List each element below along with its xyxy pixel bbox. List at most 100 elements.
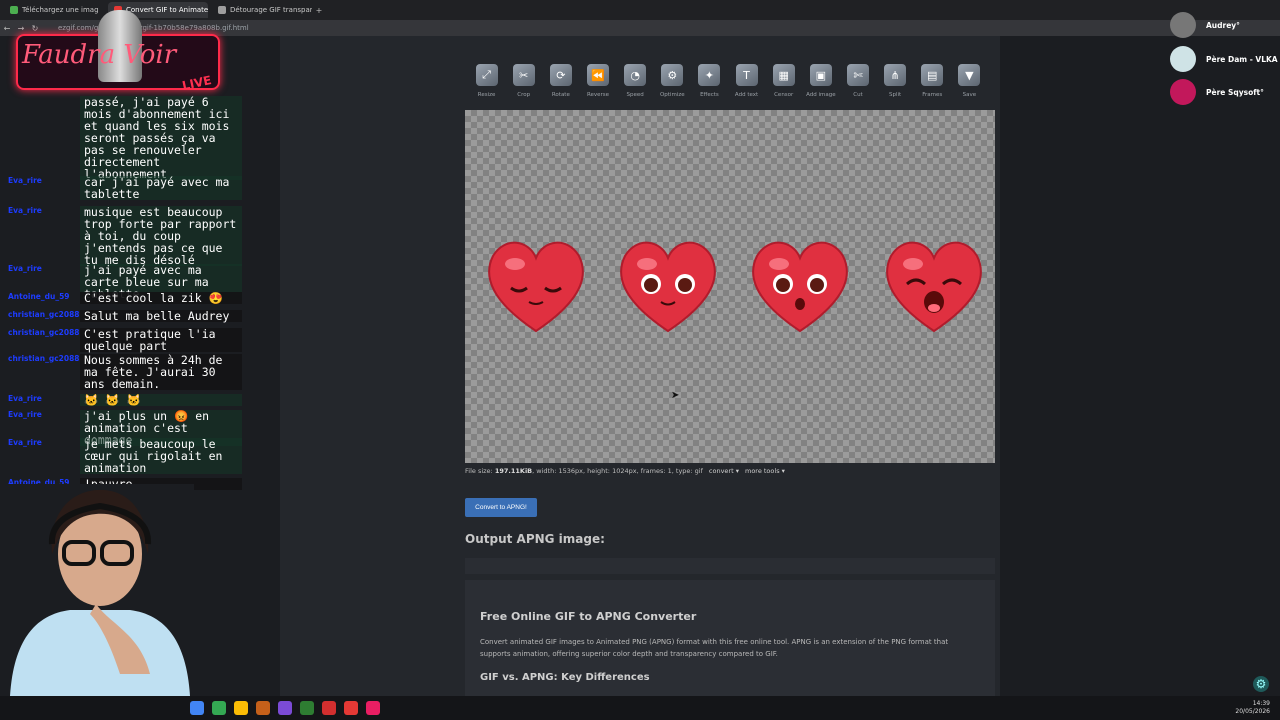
taskbar-app-icon[interactable] (344, 701, 358, 715)
chat-message: Eva_rire musique est beaucoup trop forte … (0, 206, 248, 266)
tool-effects[interactable]: ✦ Effects (691, 64, 728, 104)
add-text-icon: T (735, 64, 758, 86)
taskbar-app-icon[interactable] (212, 701, 226, 715)
tool-add-text[interactable]: T Add text (728, 64, 765, 104)
chat-text: C'est cool la zik 😍 (80, 292, 242, 304)
crop-icon: ✂ (512, 64, 535, 86)
frames-icon: ▤ (921, 64, 944, 86)
info-heading: Free Online GIF to APNG Converter (480, 610, 697, 623)
save-icon: ▼ (958, 64, 981, 86)
tool-label: Split (889, 92, 902, 98)
chat-username: christian_gc2088 (8, 310, 80, 319)
cut-icon: ✄ (846, 64, 869, 86)
add-image-icon: ▣ (809, 64, 832, 86)
reload-icon[interactable]: ↻ (28, 24, 42, 33)
file-info: File size: 197.11KiB, width: 1536px, hei… (465, 467, 785, 475)
taskbar-app-icon[interactable] (366, 701, 380, 715)
tab-label: Téléchargez une imag (22, 6, 99, 14)
avatar (1170, 46, 1196, 72)
chat-text: car j'ai payé avec ma tablette (80, 176, 242, 200)
chat-username: Eva_rire (8, 176, 42, 185)
tool-frames[interactable]: ▤ Frames (914, 64, 951, 104)
info-subheading: GIF vs. APNG: Key Differences (480, 672, 650, 683)
tool-label: Cut (853, 92, 863, 98)
heart-laughing-image (886, 241, 982, 333)
chat-message: Eva_rire car j'ai payé avec ma tablette (0, 176, 248, 200)
resize-icon: ⤢ (475, 64, 498, 86)
taskbar-app-icon[interactable] (300, 701, 314, 715)
chat-message: passé, j'ai payé 6 mois d'abonnement ici… (0, 96, 248, 180)
output-title: Output APNG image: (465, 532, 605, 546)
taskbar-app-icon[interactable] (190, 701, 204, 715)
taskbar-app-icon[interactable] (278, 701, 292, 715)
optimize-icon: ⚙ (661, 64, 684, 86)
tool-label: Effects (700, 92, 719, 98)
tool-label: Rotate (551, 92, 570, 98)
avatar (1170, 12, 1196, 38)
tool-rotate[interactable]: ⟳ Rotate (542, 64, 579, 104)
chat-text: Salut ma belle Audrey (80, 310, 242, 322)
taskbar-app-icon[interactable] (322, 701, 336, 715)
convert-to-apng-button[interactable]: Convert to APNG! (465, 498, 537, 517)
new-tab-icon[interactable]: + (312, 6, 326, 15)
back-icon[interactable]: ← (0, 24, 14, 33)
tool-reverse[interactable]: ⏪ Reverse (579, 64, 616, 104)
tool-split[interactable]: ⋔ Split (877, 64, 914, 104)
logo-title: Faudra Voir (22, 40, 177, 70)
chat-message: Eva_rire je mets beaucoup le cœur qui rig… (0, 438, 248, 474)
browser-tab-bar: Téléchargez une imag Convert GIF to Anim… (0, 0, 1280, 20)
viewer-name: Père Sqysoft° (1206, 87, 1264, 97)
viewer-name: Audrey° (1206, 20, 1240, 30)
chat-text: passé, j'ai payé 6 mois d'abonnement ici… (80, 96, 242, 180)
chat-username: Antoine_du_59 (8, 292, 70, 301)
tool-crop[interactable]: ✂ Crop (505, 64, 542, 104)
chat-text: 🐱 🐱 🐱 (80, 394, 242, 406)
tab-download-image[interactable]: Téléchargez une imag (4, 2, 104, 18)
more-tools-dropdown[interactable]: more tools ▾ (745, 467, 785, 475)
settings-gear-icon[interactable]: ⚙ (1253, 676, 1269, 692)
chat-username: Eva_rire (8, 394, 42, 403)
image-preview (465, 110, 995, 463)
speed-icon: ◔ (624, 64, 647, 86)
tool-add-image[interactable]: ▣ Add image (802, 64, 839, 104)
favicon-icon (10, 6, 18, 14)
tool-toolbar: ⤢ Resize ✂ Crop ⟳ Rotate ⏪ Reverse ◔ Speed ⚙ Optimi… (468, 64, 988, 104)
tool-label: Censor (774, 92, 794, 98)
forward-icon[interactable]: → (14, 24, 28, 33)
rotate-icon: ⟳ (549, 64, 572, 86)
tool-censor[interactable]: ▦ Censor (765, 64, 802, 104)
viewer-pere-sqysoft: Père Sqysoft° (1170, 79, 1264, 105)
convert-dropdown[interactable]: convert ▾ (709, 467, 739, 475)
file-info-text: File size: 197.11KiB, width: 1536px, hei… (465, 467, 703, 475)
heart-sleepy-image (488, 241, 584, 333)
taskbar-app-icon[interactable] (256, 701, 270, 715)
reverse-icon: ⏪ (586, 64, 609, 86)
tab-detourage[interactable]: Détourage GIF transparent (212, 2, 312, 18)
url-field[interactable]: ezgif.com/gif-to-apng/ezgif-1b70b58e79a8… (50, 24, 257, 32)
webcam-feed (0, 484, 194, 696)
viewer-audrey: Audrey° (1170, 12, 1240, 38)
tool-label: Reverse (586, 92, 610, 98)
taskbar (0, 696, 1280, 720)
tool-speed[interactable]: ◔ Speed (617, 64, 654, 104)
avatar (1170, 79, 1196, 105)
chat-text: musique est beaucoup trop forte par rapp… (80, 206, 242, 266)
tool-label: Add image (806, 92, 836, 98)
chat-message: christian_gc2088 Salut ma belle Audrey (0, 310, 248, 322)
tool-label: Crop (517, 92, 531, 98)
viewer-pere-dam: Père Dam - VLKA Hj (1170, 46, 1280, 72)
chat-username: Eva_rire (8, 206, 42, 215)
viewer-name: Père Dam - VLKA Hj (1206, 54, 1280, 64)
tool-save[interactable]: ▼ Save (951, 64, 988, 104)
chat-overlay: passé, j'ai payé 6 mois d'abonnement ici… (0, 96, 248, 494)
chat-text: je mets beaucoup le cœur qui rigolait en… (80, 438, 242, 474)
taskbar-app-icon[interactable] (234, 701, 248, 715)
chat-username (0, 96, 80, 180)
tool-optimize[interactable]: ⚙ Optimize (654, 64, 691, 104)
tool-cut[interactable]: ✄ Cut (839, 64, 876, 104)
tool-resize[interactable]: ⤢ Resize (468, 64, 505, 104)
tab-label: Détourage GIF transparent (230, 6, 312, 14)
file-size-label: File size: (465, 467, 493, 475)
tool-label: Save (962, 92, 977, 98)
chat-text: Nous sommes à 24h de ma fête. J'aurai 30… (80, 354, 242, 390)
